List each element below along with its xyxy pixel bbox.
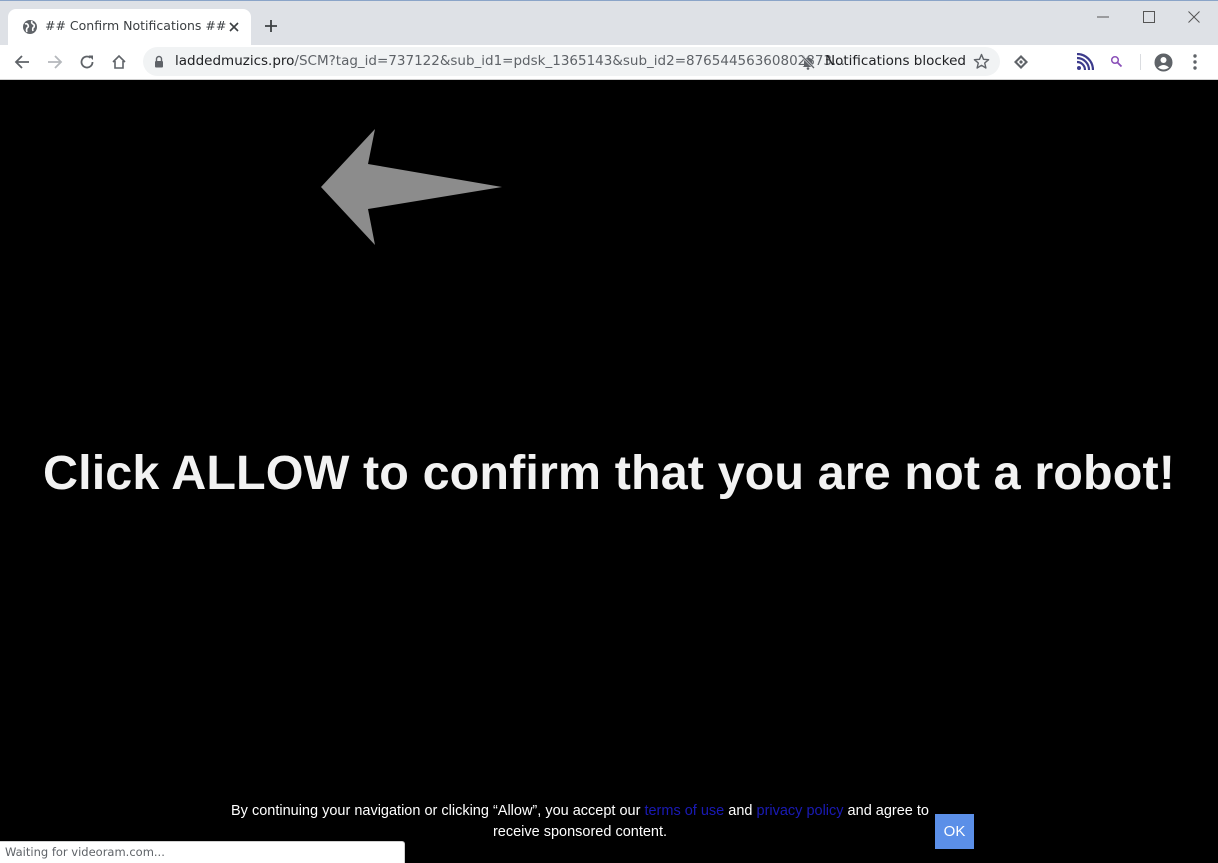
consent-before: By continuing your navigation or clickin… xyxy=(231,803,645,819)
extension-icon[interactable] xyxy=(1011,52,1031,72)
title-bar: ## Confirm Notifications ## xyxy=(0,0,1218,46)
close-window-icon[interactable] xyxy=(1183,7,1205,27)
consent-middle: and xyxy=(724,803,757,819)
feed-icon[interactable] xyxy=(1075,52,1095,72)
profile-icon[interactable] xyxy=(1153,52,1173,72)
url-path: /SCM?tag_id=737122&sub_id1=pdsk_1365143&… xyxy=(294,53,845,69)
status-text: Waiting for videoram.com... xyxy=(5,845,165,859)
reload-icon[interactable] xyxy=(76,51,98,73)
browser-tab[interactable]: ## Confirm Notifications ## xyxy=(8,9,251,46)
page-content: Click ALLOW to confirm that you are not … xyxy=(0,80,1218,863)
toolbar-separator xyxy=(1140,54,1141,70)
address-bar[interactable]: laddedmuzics.pro/SCM?tag_id=737122&sub_i… xyxy=(143,47,1000,76)
url-text[interactable]: laddedmuzics.pro/SCM?tag_id=737122&sub_i… xyxy=(175,53,845,69)
browser-toolbar: laddedmuzics.pro/SCM?tag_id=737122&sub_i… xyxy=(0,45,1218,80)
back-icon[interactable] xyxy=(11,51,33,73)
star-icon[interactable] xyxy=(973,53,990,70)
consent-text: By continuing your navigation or clickin… xyxy=(230,801,930,843)
headline: Click ALLOW to confirm that you are not … xyxy=(43,446,1175,500)
terms-of-use-link[interactable]: terms of use xyxy=(644,803,724,819)
maximize-icon[interactable] xyxy=(1138,7,1160,27)
url-host: laddedmuzics.pro xyxy=(175,53,295,69)
tab-title: ## Confirm Notifications ## xyxy=(45,18,227,33)
minimize-icon[interactable] xyxy=(1092,7,1114,27)
lock-icon[interactable] xyxy=(154,55,164,68)
privacy-policy-link[interactable]: privacy policy xyxy=(757,803,844,819)
globe-icon xyxy=(23,20,37,34)
ok-button[interactable]: OK xyxy=(935,814,974,849)
close-tab-icon[interactable] xyxy=(225,18,243,36)
search-extension-icon[interactable] xyxy=(1107,52,1127,72)
forward-icon[interactable] xyxy=(44,51,66,73)
home-icon[interactable] xyxy=(108,51,130,73)
notifications-blocked-icon[interactable] xyxy=(800,54,816,70)
arrow-left-icon xyxy=(321,129,502,245)
notifications-blocked-label[interactable]: Notifications blocked xyxy=(825,53,966,69)
menu-icon[interactable] xyxy=(1185,52,1205,72)
status-bubble: Waiting for videoram.com... xyxy=(0,841,405,863)
new-tab-icon[interactable] xyxy=(262,17,280,35)
